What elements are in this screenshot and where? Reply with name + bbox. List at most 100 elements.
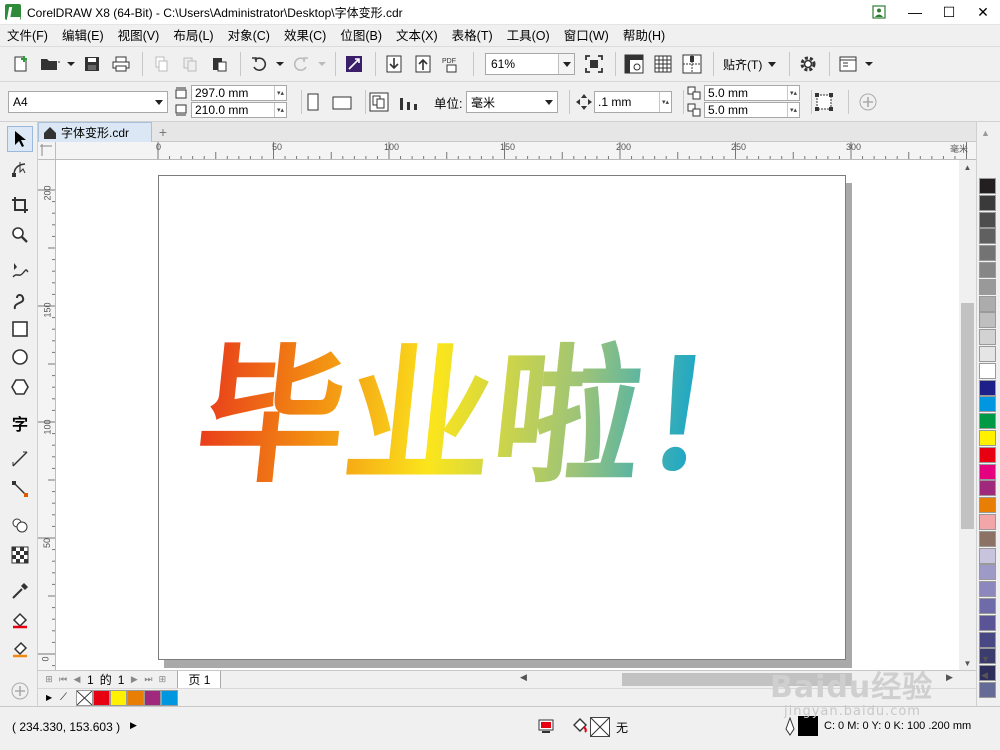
first-page-icon[interactable]: ⏮ [56,672,70,688]
spin-arrows-icon[interactable]: ▾▴ [787,86,799,100]
chevron-down-icon[interactable] [541,92,557,112]
add-toolbar-item-icon[interactable] [856,90,880,114]
rectangle-tool-icon[interactable] [7,316,33,342]
menu-window[interactable]: 窗口(W) [557,25,616,47]
spin-arrows-icon[interactable]: ▾▴ [787,103,799,117]
treat-as-filled-icon[interactable] [812,90,836,114]
text-tool-icon[interactable]: 字 [7,410,33,436]
scroll-down-icon[interactable]: ▼ [959,656,976,670]
palette-swatch[interactable] [979,245,996,262]
palette-swatch[interactable] [979,446,996,463]
menu-object[interactable]: 对象(C) [221,25,277,47]
fill-bucket-icon[interactable] [572,717,588,735]
last-page-icon[interactable]: ⏭ [141,672,155,688]
scroll-left-icon[interactable]: ◀ [520,672,527,683]
scroll-up-icon[interactable]: ▲ [959,160,976,174]
menu-view[interactable]: 视图(V) [111,25,167,47]
document-tab[interactable]: 字体变形.cdr [38,122,152,142]
page-size-select[interactable]: A4 [8,91,168,113]
maximize-button[interactable]: ☐ [932,0,966,25]
add-page-before-icon[interactable]: ⊞ [42,672,56,688]
close-button[interactable]: ✕ [966,0,1000,25]
drawing-page[interactable]: 毕业啦！ [158,175,846,660]
show-grid-icon[interactable] [650,51,676,77]
print-icon[interactable] [108,51,134,77]
vertical-scroll-thumb[interactable] [961,303,974,529]
chevron-down-icon[interactable] [558,54,574,74]
current-page-icon[interactable] [397,90,421,114]
add-tool-icon[interactable] [7,678,33,704]
palette-swatch[interactable] [979,329,996,346]
transparency-tool-icon[interactable] [7,542,33,568]
ruler-origin[interactable] [38,142,56,160]
document-palette-swatch[interactable] [110,689,127,706]
minimize-button[interactable]: — [898,0,932,25]
color-proof-icon[interactable] [538,718,554,734]
palette-swatch[interactable] [979,463,996,480]
search-content-icon[interactable] [341,51,367,77]
artwork-text-graduation[interactable]: 毕业啦！ [159,176,847,661]
full-screen-preview-icon[interactable] [581,51,607,77]
menu-bitmaps[interactable]: 位图(B) [333,25,389,47]
smart-fill-tool-icon[interactable] [7,636,33,662]
artistic-media-tool-icon[interactable] [7,288,33,314]
palette-swatch[interactable] [979,614,996,631]
document-palette-swatch[interactable] [144,689,161,706]
snap-to-button[interactable]: 贴齐(T) [719,56,780,73]
palette-swatch[interactable] [979,514,996,530]
duplicate-x-field[interactable]: 5.0 mm ▾▴ [704,85,800,101]
import-icon[interactable] [381,51,407,77]
dimension-tool-icon[interactable] [7,446,33,472]
pick-tool-icon[interactable] [7,126,33,152]
ellipse-tool-icon[interactable] [7,344,33,370]
palette-swatch[interactable] [979,530,996,547]
polygon-tool-icon[interactable] [7,374,33,400]
palette-scroll-up-icon[interactable]: ▲ [981,128,990,138]
publish-pdf-icon[interactable]: PDF [439,51,465,77]
undo-dropdown-icon[interactable] [275,51,285,77]
nudge-distance-field[interactable]: .1 mm ▾▴ [594,91,672,113]
spin-arrows-icon[interactable]: ▾▴ [659,92,671,112]
launcher-dropdown-icon[interactable] [864,51,874,77]
new-document-icon[interactable] [8,51,34,77]
vertical-scrollbar[interactable]: ▲ ▼ [959,160,976,670]
undo-icon[interactable] [246,51,272,77]
open-dropdown-icon[interactable] [66,51,76,77]
document-palette-swatch[interactable] [161,689,178,706]
palette-swatch[interactable] [979,598,996,614]
doc-palette-expand-icon[interactable]: ▶ [46,693,60,702]
horizontal-scrollbar[interactable]: ◀ ▶ [518,671,958,688]
save-icon[interactable] [79,51,105,77]
palette-swatch[interactable] [979,379,996,396]
export-icon[interactable] [410,51,436,77]
palette-swatch[interactable] [979,295,996,312]
cut-icon[interactable] [148,51,174,77]
no-color-swatch[interactable] [76,689,93,706]
menu-effects[interactable]: 效果(C) [277,25,333,47]
menu-layout[interactable]: 布局(L) [166,25,220,47]
options-gear-icon[interactable] [795,51,821,77]
show-guidelines-icon[interactable] [679,51,705,77]
blend-tool-icon[interactable] [7,512,33,538]
scroll-right-icon[interactable]: ▶ [946,672,953,683]
menu-file[interactable]: 文件(F) [0,25,55,47]
palette-swatch[interactable] [979,228,996,245]
copy-icon[interactable] [177,51,203,77]
palette-swatch[interactable] [979,581,996,598]
palette-scroll-down-icon[interactable]: ▼ [981,654,990,664]
menu-help[interactable]: 帮助(H) [616,25,672,47]
outline-pen-icon[interactable] [784,716,796,737]
palette-swatch[interactable] [979,362,996,379]
palette-swatch[interactable] [979,631,996,648]
palette-swatch[interactable] [979,497,996,514]
palette-swatch[interactable] [979,262,996,278]
palette-swatch[interactable] [979,211,996,228]
menu-edit[interactable]: 编辑(E) [55,25,111,47]
eyedropper-tool-icon[interactable] [7,578,33,604]
all-pages-icon[interactable] [367,90,391,114]
spin-arrows-icon[interactable]: ▾▴ [274,103,286,117]
horizontal-scroll-thumb[interactable] [622,673,852,686]
palette-swatch[interactable] [979,346,996,362]
palette-swatch[interactable] [979,547,996,564]
palette-swatch[interactable] [979,194,996,211]
